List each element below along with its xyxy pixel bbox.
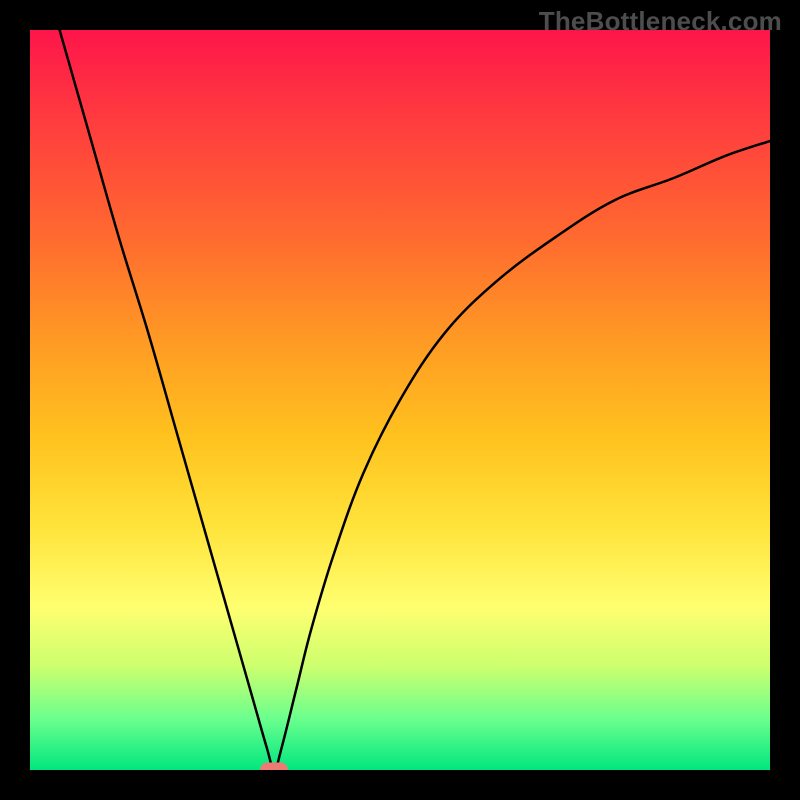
- chart-frame: TheBottleneck.com: [0, 0, 800, 800]
- watermark-label: TheBottleneck.com: [539, 6, 782, 37]
- chart-curve: [30, 30, 770, 770]
- plot-area: [30, 30, 770, 770]
- min-marker: [260, 763, 288, 771]
- curve-path: [60, 30, 770, 770]
